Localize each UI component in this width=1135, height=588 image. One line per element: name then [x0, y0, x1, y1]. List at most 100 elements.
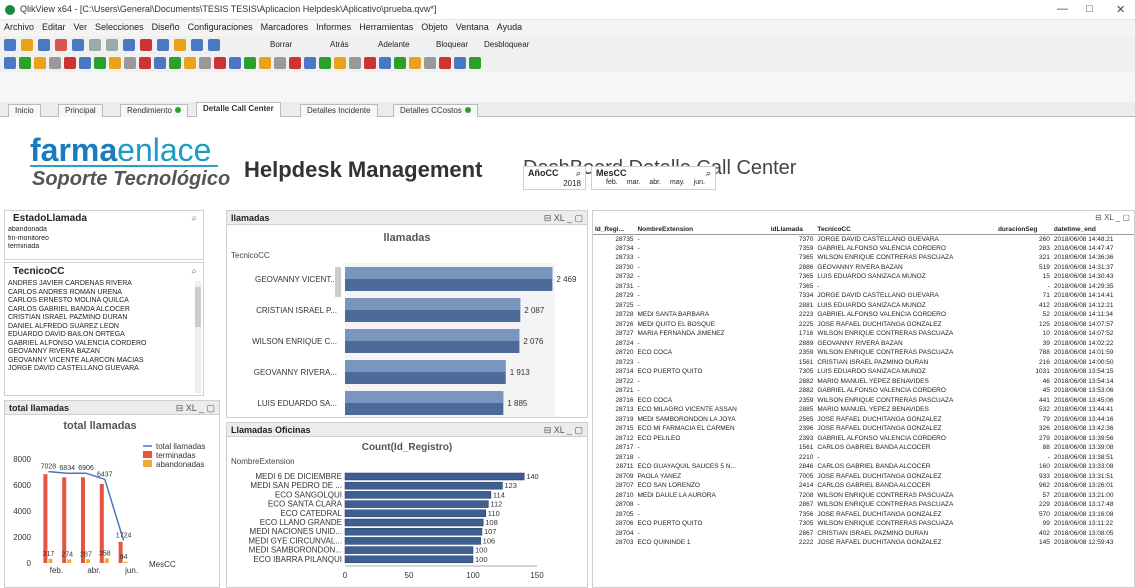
tecnico-scrollbar[interactable]	[195, 281, 201, 393]
toolbar-icon[interactable]	[244, 57, 256, 69]
toolbar-icon[interactable]	[4, 39, 16, 51]
toolbar-icon[interactable]	[349, 57, 361, 69]
toolbar-icon[interactable]	[38, 39, 50, 51]
table-row[interactable]: 28724- 2889 GEOVANNY RIVERA BAZAN 39 2018/06…	[593, 339, 1134, 349]
table-row[interactable]: 28730- 2886 GEOVANNY RIVERA BAZAN 519 2018/0…	[593, 263, 1134, 273]
table-row[interactable]: 28717- 1561 CARLOS GABRIEL BANDA ALCOCER 88…	[593, 443, 1134, 453]
scroll-thumb[interactable]	[195, 287, 201, 327]
tab-detalles-incidente[interactable]: Detalles Incidente	[300, 104, 378, 117]
toolbar-icon[interactable]	[139, 57, 151, 69]
toolbar-icon[interactable]	[289, 57, 301, 69]
table-row[interactable]: 28713 ECO MILAGRO VICENTE ASSAN 2885 MARIO …	[593, 405, 1134, 415]
table-row[interactable]: 28705- 7356 JOSE RAFAEL DUCHITANGA GONZALE…	[593, 510, 1134, 520]
toolbar-icon[interactable]	[334, 57, 346, 69]
table-row[interactable]: 28723- 1561 CRISTIAN ISRAEL PAZMINO DURAN 2…	[593, 358, 1134, 368]
menu-item[interactable]: Marcadores	[257, 20, 313, 34]
toolbar-icon[interactable]	[72, 39, 84, 51]
list-item[interactable]: CARLOS ERNESTO MOLINA QUILCA	[5, 297, 203, 306]
toolbar-icon[interactable]	[79, 57, 91, 69]
menu-item[interactable]: Archivo	[0, 20, 38, 34]
toolbar-icon[interactable]	[191, 39, 203, 51]
table-row[interactable]: 28709 PAOLA YANEZ 7005 JOSE RAFAEL DUCHITAN…	[593, 472, 1134, 482]
toolbar-icon[interactable]	[409, 57, 421, 69]
search-icon[interactable]: ⌕	[576, 168, 581, 179]
table-row[interactable]: 28727 MARIA FERNANDA JIMENEZ 1716 WILSON EN…	[593, 329, 1134, 339]
tab-inicio[interactable]: Inicio	[8, 104, 41, 117]
search-icon[interactable]: ⌕	[191, 266, 197, 277]
toolbar-icon[interactable]	[364, 57, 376, 69]
tab-principal[interactable]: Principal	[58, 104, 103, 117]
table-row[interactable]: 28719 MEDI SAMBORONDON LA JOYA 2565 JOSE RA…	[593, 415, 1134, 425]
column-header[interactable]: Id_Regi...	[593, 225, 636, 235]
tab-detalles-ccostos[interactable]: Detalles CCostos	[393, 104, 478, 117]
table-row[interactable]: 28721- 2882 GABRIEL ALFONSO VALENCIA CORDE…	[593, 386, 1134, 396]
list-item[interactable]: GABRIEL ALFONSO VALENCIA CORDERO	[5, 340, 203, 349]
toolbar-icon[interactable]	[55, 39, 67, 51]
object-controls[interactable]: ⊟ XL _ ▢	[1095, 213, 1130, 222]
close-button[interactable]: ✕	[1116, 3, 1125, 16]
search-icon[interactable]: ⌕	[191, 213, 197, 224]
mes-value[interactable]: jun.	[694, 179, 705, 186]
table-row[interactable]: 28710 MEDI DAULE LA AURORA 7208 WILSON ENRI…	[593, 491, 1134, 501]
toolbar-desbloquear-button[interactable]: Desbloquear	[484, 40, 529, 49]
table-row[interactable]: 28716 ECO COCA 2359 WILSON ENRIQUE CONTRERA…	[593, 396, 1134, 406]
tab-rendimiento[interactable]: Rendimiento	[120, 104, 188, 117]
object-controls[interactable]: ⊟ XL _ ▢	[176, 403, 215, 414]
toolbar-icon[interactable]	[89, 39, 101, 51]
toolbar-icon[interactable]	[19, 57, 31, 69]
toolbar-icon[interactable]	[140, 39, 152, 51]
menu-item[interactable]: Configuraciones	[184, 20, 257, 34]
table-row[interactable]: 28735- 7370 JORGE DAVID CASTELLANO GUEVARA…	[593, 234, 1134, 244]
toolbar-icon[interactable]	[259, 57, 271, 69]
list-item[interactable]: EDUARDO DAVID BAILON ORTEGA	[5, 331, 203, 340]
toolbar-icon[interactable]	[64, 57, 76, 69]
toolbar-borrar-button[interactable]: Borrar	[270, 40, 292, 49]
table-row[interactable]: 28720 ECO COCA 2359 WILSON ENRIQUE CONTRERA…	[593, 348, 1134, 358]
mes-value[interactable]: may.	[670, 179, 685, 186]
list-item[interactable]: ANDRES JAVIER CARDENAS RIVERA	[5, 280, 203, 289]
anio-listbox[interactable]: AñoCC ⌕ 2018	[523, 166, 586, 190]
toolbar-icon[interactable]	[21, 39, 33, 51]
table-row[interactable]: 28706 ECO PUERTO QUITO 7305 WILSON ENRIQUE …	[593, 519, 1134, 529]
mes-listbox[interactable]: MesCC ⌕ feb. mar. abr. may. jun.	[591, 166, 716, 190]
table-row[interactable]: 28718-2210- -2018/06/08 13:38:51	[593, 453, 1134, 463]
toolbar-icon[interactable]	[319, 57, 331, 69]
toolbar-icon[interactable]	[304, 57, 316, 69]
toolbar-icon[interactable]	[229, 57, 241, 69]
toolbar-icon[interactable]	[123, 39, 135, 51]
table-row[interactable]: 28703 ECO QUININDE 1 2222 JOSE RAFAEL DUCHI…	[593, 538, 1134, 548]
toolbar-icon[interactable]	[214, 57, 226, 69]
menu-item[interactable]: Objeto	[417, 20, 452, 34]
table-row[interactable]: 28733- 7365 WILSON ENRIQUE CONTRERAS PASCU…	[593, 253, 1134, 263]
mes-value[interactable]: abr.	[649, 179, 661, 186]
toolbar-icon[interactable]	[106, 39, 118, 51]
column-header[interactable]: TecnicoCC	[815, 225, 996, 235]
list-item[interactable]: DANIEL ALFREDO SUAREZ LEON	[5, 323, 203, 332]
column-header[interactable]: NombreExtension	[635, 225, 769, 235]
list-item[interactable]: JORGE DAVID CASTELLANO GUEVARA	[5, 365, 203, 374]
column-header[interactable]: duracionSeg	[995, 225, 1052, 235]
toolbar-atras-button[interactable]: Atrás	[330, 40, 349, 49]
list-item[interactable]: CARLOS ANDRES ROMAN URENA	[5, 289, 203, 298]
table-row[interactable]: 28732- 7365 LUIS EDUARDO SANIZACA MUNOZ 15 2…	[593, 272, 1134, 282]
toolbar-icon[interactable]	[199, 57, 211, 69]
mes-value[interactable]: mar.	[627, 179, 641, 186]
toolbar-icon[interactable]	[157, 39, 169, 51]
tab-detalle-call-center[interactable]: Detalle Call Center	[196, 102, 281, 118]
menu-item[interactable]: Herramientas	[355, 20, 417, 34]
menu-item[interactable]: Editar	[38, 20, 70, 34]
menu-item[interactable]: Ventana	[452, 20, 493, 34]
object-controls[interactable]: ⊟ XL _ ▢	[544, 213, 583, 224]
toolbar-icon[interactable]	[439, 57, 451, 69]
toolbar-icon[interactable]	[208, 39, 220, 51]
table-row[interactable]: 28726 MEDI QUITO EL BOSQUE 2225 JOSE RAFAEL…	[593, 320, 1134, 330]
column-header[interactable]: datetime_end	[1051, 225, 1134, 235]
anio-value[interactable]: 2018	[524, 179, 585, 188]
toolbar-icon[interactable]	[454, 57, 466, 69]
list-item[interactable]: fin-monitoreo	[5, 235, 203, 244]
toolbar-icon[interactable]	[174, 39, 186, 51]
toolbar-icon[interactable]	[124, 57, 136, 69]
table-row[interactable]: 28728 MEDI SANTA BARBARA 2223 GABRIEL ALFON…	[593, 310, 1134, 320]
column-header[interactable]: idLlamada	[768, 225, 816, 235]
table-row[interactable]: 28722- 2882 MARIO MANUEL YEPEZ BENAVIDES 46…	[593, 377, 1134, 387]
